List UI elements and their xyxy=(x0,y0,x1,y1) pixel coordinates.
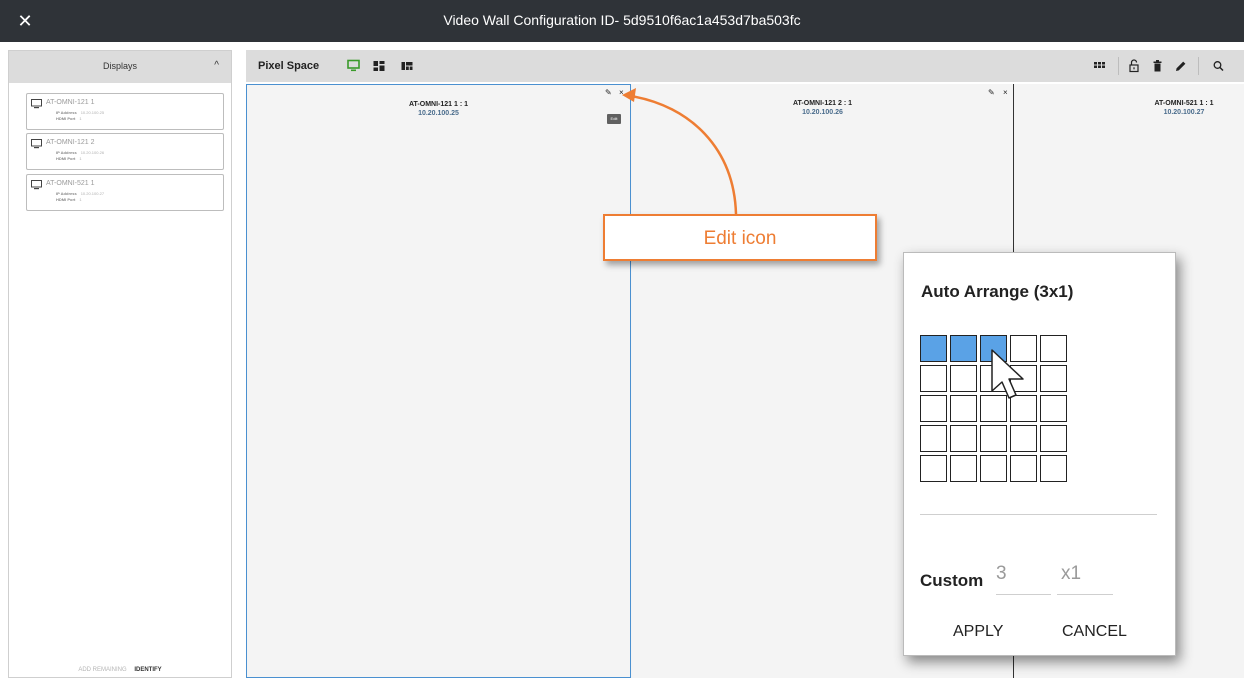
lock-open-icon[interactable] xyxy=(1129,59,1139,73)
custom-label: Custom xyxy=(920,571,984,590)
edit-icon-callout: Edit icon xyxy=(603,214,877,261)
arrange-grid-cell[interactable] xyxy=(950,425,977,452)
display-port-row: HDMI Port 1 xyxy=(56,156,82,161)
add-remaining-button[interactable]: ADD REMAINING xyxy=(78,667,126,673)
toolbar-divider xyxy=(1118,57,1119,75)
display-ip-row: IP Address 10.20.100.26 xyxy=(56,150,105,155)
monitor-icon[interactable] xyxy=(347,59,360,73)
display-card[interactable]: AT-OMNI-521 1 IP Address 10.20.100.27 HDM… xyxy=(26,174,224,211)
arrange-grid-cell[interactable] xyxy=(1040,455,1067,482)
arrange-grid-cell[interactable] xyxy=(1040,395,1067,422)
dialog-divider xyxy=(920,514,1157,515)
pencil-icon[interactable] xyxy=(1175,59,1186,73)
arrange-grid-cell[interactable] xyxy=(1010,425,1037,452)
arrange-grid-cell[interactable] xyxy=(1010,455,1037,482)
panel-ip: 10.20.100.27 xyxy=(1163,109,1205,116)
pixel-space-title: Pixel Space xyxy=(258,60,320,72)
panel-close-icon[interactable]: × xyxy=(619,88,624,97)
displays-header[interactable]: Displays ^ xyxy=(9,51,231,83)
arrange-grid-cell[interactable] xyxy=(920,365,947,392)
display-name: AT-OMNI-521 1 xyxy=(46,180,95,187)
arrange-grid-cell[interactable] xyxy=(920,335,947,362)
zoom-icon[interactable] xyxy=(1213,59,1224,73)
display-panel[interactable]: AT-OMNI-121 1 : 1 10.20.100.25 xyxy=(246,84,631,678)
display-name: AT-OMNI-121 1 xyxy=(46,99,95,106)
arrange-grid-cell[interactable] xyxy=(980,425,1007,452)
monitor-icon xyxy=(31,180,42,190)
arrange-grid-cell[interactable] xyxy=(950,395,977,422)
panel-edit-icon[interactable]: ✎ xyxy=(988,88,995,97)
arrange-grid-cell[interactable] xyxy=(950,455,977,482)
panel-ip: 10.20.100.25 xyxy=(418,110,459,117)
arrange-grid-cell[interactable] xyxy=(1040,425,1067,452)
dialog-title: Auto Arrange (3x1) xyxy=(921,282,1074,301)
displays-sidebar: Displays ^ AT-OMNI-121 1 IP Address 10.20… xyxy=(8,50,232,678)
monitor-icon xyxy=(31,139,42,149)
panel-name: AT-OMNI-121 1 : 1 xyxy=(409,101,468,108)
panel-name: AT-OMNI-121 2 : 1 xyxy=(793,100,852,107)
display-ip-row: IP Address 10.20.100.27 xyxy=(56,191,105,196)
arrange-grid-cell[interactable] xyxy=(920,395,947,422)
apply-button[interactable]: APPLY xyxy=(953,623,1003,641)
display-ip-row: IP Address 10.20.100.25 xyxy=(56,110,105,115)
grid-icon[interactable] xyxy=(1094,59,1105,73)
dashboard-icon[interactable] xyxy=(373,59,385,73)
title-bar: ✕ Video Wall Configuration ID- 5d9510f6a… xyxy=(0,0,1244,42)
chevron-up-icon[interactable]: ^ xyxy=(214,60,219,71)
window-title: Video Wall Configuration ID- 5d9510f6ac1… xyxy=(443,12,801,28)
edit-tooltip: Edit xyxy=(607,114,621,124)
monitor-icon xyxy=(31,99,42,109)
sidebar-footer: ADD REMAINING IDENTIFY xyxy=(9,667,231,673)
arrange-grid-cell[interactable] xyxy=(1040,365,1067,392)
arrange-grid-cell[interactable] xyxy=(920,455,947,482)
arrange-grid-cell[interactable] xyxy=(1040,335,1067,362)
displays-header-label: Displays xyxy=(102,61,137,71)
panel-ip: 10.20.100.26 xyxy=(802,109,843,116)
view-quilt-icon[interactable] xyxy=(401,59,413,73)
display-port-row: HDMI Port 1 xyxy=(56,197,82,202)
callout-label: Edit icon xyxy=(703,228,777,249)
arrange-grid-cell[interactable] xyxy=(950,335,977,362)
panel-name: AT-OMNI-521 1 : 1 xyxy=(1154,100,1214,107)
pixel-space-toolbar: Pixel Space xyxy=(246,50,1244,82)
panel-edit-icon[interactable]: ✎ xyxy=(605,88,612,97)
display-card[interactable]: AT-OMNI-121 1 IP Address 10.20.100.25 HDM… xyxy=(26,93,224,130)
cancel-button[interactable]: CANCEL xyxy=(1062,623,1127,641)
arrange-grid-cell[interactable] xyxy=(920,425,947,452)
arrange-grid-cell[interactable] xyxy=(950,365,977,392)
trash-icon[interactable] xyxy=(1153,59,1162,73)
display-name: AT-OMNI-121 2 xyxy=(46,139,95,146)
arrange-grid-cell[interactable] xyxy=(980,455,1007,482)
toolbar-divider xyxy=(1198,57,1199,75)
custom-rows-input[interactable]: x1 xyxy=(1057,563,1113,595)
custom-cols-input[interactable]: 3 xyxy=(996,563,1051,595)
identify-button[interactable]: IDENTIFY xyxy=(134,667,161,673)
display-port-row: HDMI Port 1 xyxy=(56,116,82,121)
display-card[interactable]: AT-OMNI-121 2 IP Address 10.20.100.26 HDM… xyxy=(26,133,224,170)
mouse-pointer-icon xyxy=(991,349,1024,399)
panel-close-icon[interactable]: × xyxy=(1003,88,1008,97)
auto-arrange-dialog: Auto Arrange (3x1) Custom 3 x1 APPLY CAN… xyxy=(903,252,1176,656)
